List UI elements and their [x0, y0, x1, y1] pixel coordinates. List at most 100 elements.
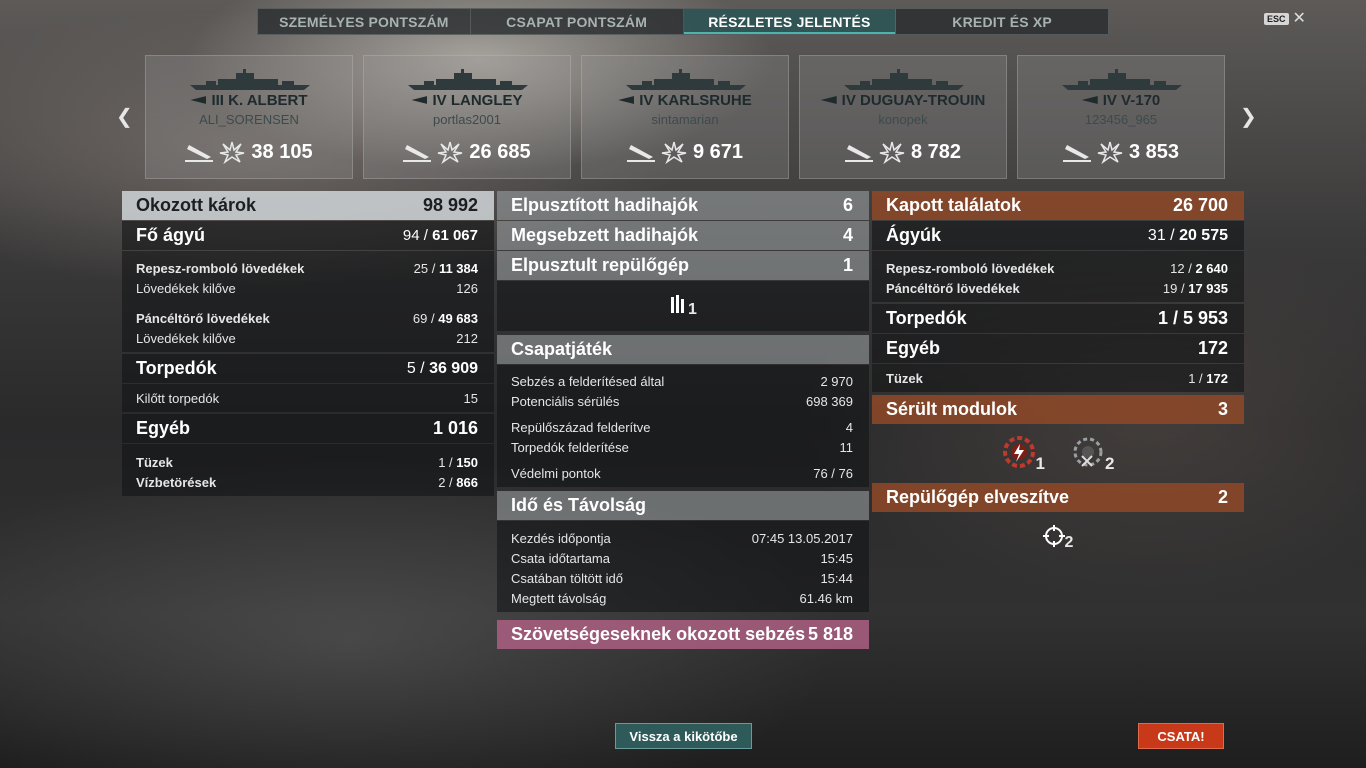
battle-button[interactable]: CSATA!	[1138, 723, 1224, 749]
ship-damage: 9 671	[582, 140, 788, 164]
ship-card[interactable]: III K. ALBERT ALI_SORENSEN 38 105	[145, 55, 353, 179]
ship-name: IV KARLSRUHE	[582, 92, 788, 109]
received-ap-row: Páncéltörő lövedékek 19 / 17 935	[886, 280, 1228, 296]
module-icons: 1 2	[872, 425, 1244, 483]
player-name: portlas2001	[433, 112, 501, 127]
carousel-next-arrow-icon[interactable]: ❯	[1240, 104, 1257, 129]
player-name: konopek	[878, 112, 928, 127]
torpedoes-row: Torpedók 5 / 36 909	[122, 354, 494, 383]
damage-received-panel: Kapott találatok 26 700 Ágyúk 31 / 20 575…	[872, 191, 1244, 563]
main-battery-row: Fő ágyú 94 / 61 067	[122, 221, 494, 250]
teamplay-block: Sebzés a felderítésed által 2 970 Potenci…	[497, 365, 869, 487]
ship-card[interactable]: IV V-170 123456_965 3 853	[1017, 55, 1225, 179]
plane-kill-count: 1	[688, 301, 697, 318]
ship-card[interactable]: IV KARLSRUHE sintamarian 9 671	[581, 55, 789, 179]
ship-name: IV V-170	[1018, 92, 1224, 109]
ship-silhouette-icon	[190, 69, 310, 90]
ships-damaged-row: Megsebzett hadihajók 4	[497, 221, 869, 250]
time-in-battle-row: Csatában töltött idő 15:44	[511, 570, 853, 586]
tab-credits-xp[interactable]: KREDIT ÉS XP	[896, 9, 1108, 34]
ship-name: IV LANGLEY	[364, 92, 570, 109]
plane-kill-icon	[669, 293, 685, 320]
tab-team-score[interactable]: CSAPAT PONTSZÁM	[471, 9, 684, 34]
esc-key-label: ESC	[1264, 13, 1289, 25]
time-block: Kezdés időpontja 07:45 13.05.2017 Csata i…	[497, 521, 869, 612]
explosion-damage-icon	[438, 141, 463, 164]
hits-received-header: Kapott találatok 26 700	[872, 191, 1244, 220]
close-button[interactable]: ESC ✕	[1264, 10, 1306, 27]
fires-row: Tüzek 1 / 150	[136, 454, 478, 470]
potential-damage-row: Potenciális sérülés 698 369	[511, 393, 853, 409]
torpedo-block: Kilőtt torpedók 15	[122, 384, 494, 412]
guns-received-row: Ágyúk 31 / 20 575	[872, 221, 1244, 250]
explosion-damage-icon	[879, 141, 905, 164]
planes-lost-header: Repülőgép elveszítve 2	[872, 483, 1244, 512]
ship-silhouette-icon	[408, 69, 528, 90]
sinking-ship-icon	[403, 145, 432, 162]
ally-damage-row: Szövetségeseknek okozott sebzés 5 818	[497, 620, 869, 649]
received-shells-block: Repesz-romboló lövedékek 12 / 2 640 Páncé…	[872, 251, 1244, 302]
ship-card[interactable]: IV LANGLEY portlas2001 26 685	[363, 55, 571, 179]
shells-block: Repesz-romboló lövedékek 25 / 11 384 Löve…	[122, 251, 494, 352]
ships-destroyed-row: Elpusztított hadihajók 6	[497, 191, 869, 220]
damage-caused-header: Okozott károk 98 992	[122, 191, 494, 220]
report-tabs: SZEMÉLYES PONTSZÁM CSAPAT PONTSZÁM RÉSZL…	[257, 8, 1109, 35]
ap-fired-row: Lövedékek kilőve 212	[136, 330, 478, 346]
torpedoes-fired-row: Kilőtt torpedók 15	[136, 390, 478, 406]
start-time-row: Kezdés időpontja 07:45 13.05.2017	[511, 530, 853, 546]
damage-caused-panel: Okozott károk 98 992 Fő ágyú 94 / 61 067 …	[122, 191, 494, 496]
ship-silhouette-icon	[626, 69, 746, 90]
damaged-modules-header: Sérült modulok 3	[872, 395, 1244, 424]
received-other-row: Egyéb 172	[872, 334, 1244, 363]
other-block: Tüzek 1 / 150 Vízbetörések 2 / 866	[122, 444, 494, 496]
explosion-damage-icon	[1097, 141, 1123, 164]
ship-damage: 38 105	[146, 140, 352, 164]
module-engine: 1	[1002, 435, 1045, 474]
squadrons-spotted-row: Repülőszázad felderítve 4	[511, 419, 853, 435]
battle-stats-panel: Elpusztított hadihajók 6 Megsebzett hadih…	[497, 191, 869, 650]
ship-class-icon	[411, 96, 428, 104]
ship-name: IV DUGUAY-TROUIN	[800, 92, 1006, 109]
player-name: 123456_965	[1084, 112, 1158, 127]
carousel-prev-arrow-icon[interactable]: ❮	[116, 104, 133, 129]
back-to-port-button[interactable]: Vissza a kikötőbe	[615, 723, 752, 749]
ship-silhouette-icon	[1062, 69, 1182, 90]
player-name: ALI_SORENSEN	[199, 112, 299, 127]
he-shells-row: Repesz-romboló lövedékek 25 / 11 384	[136, 260, 478, 276]
plane-icon-block: 1	[497, 281, 869, 331]
explosion-damage-icon	[220, 141, 245, 164]
explosion-damage-icon	[661, 141, 687, 164]
spotting-damage-row: Sebzés a felderítésed által 2 970	[511, 373, 853, 389]
ship-damage: 26 685	[364, 140, 570, 164]
player-name: sintamarian	[651, 112, 719, 127]
torpedoes-spotted-row: Torpedók felderítése 11	[511, 439, 853, 455]
engine-damage-icon	[1002, 435, 1036, 474]
received-torpedoes-row: Torpedók 1 / 5 953	[872, 304, 1244, 333]
ship-silhouette-icon	[844, 69, 964, 90]
ship-class-icon	[618, 96, 635, 104]
he-fired-row: Lövedékek kilőve 126	[136, 280, 478, 296]
defense-points-row: Védelmi pontok 76 / 76	[511, 465, 853, 481]
sinking-ship-icon	[1062, 145, 1091, 162]
crosshair-icon	[1042, 524, 1065, 552]
received-he-row: Repesz-romboló lövedékek 12 / 2 640	[886, 260, 1228, 276]
crosshair-counter: 2	[1042, 524, 1073, 552]
ship-class-icon	[820, 96, 837, 104]
sinking-ship-icon	[626, 145, 655, 162]
tab-personal-score[interactable]: SZEMÉLYES PONTSZÁM	[258, 9, 471, 34]
planes-destroyed-row: Elpusztult repülőgép 1	[497, 251, 869, 280]
other-damage-row: Egyéb 1 016	[122, 414, 494, 443]
ship-card[interactable]: IV DUGUAY-TROUIN konopek 8 782	[799, 55, 1007, 179]
ap-shells-row: Páncéltörő lövedékek 69 / 49 683	[136, 310, 478, 326]
battle-duration-row: Csata időtartama 15:45	[511, 550, 853, 566]
tab-detailed-report[interactable]: RÉSZLETES JELENTÉS	[683, 9, 897, 34]
teamplay-header: Csapatjáték	[497, 335, 869, 364]
sinking-ship-icon	[844, 145, 873, 162]
module-steering: 2	[1071, 435, 1114, 474]
close-icon: ✕	[1292, 10, 1306, 27]
steering-damage-icon	[1071, 435, 1105, 474]
ship-damage: 8 782	[800, 140, 1006, 164]
distance-row: Megtett távolság 61.46 km	[511, 590, 853, 606]
received-other-block: Tüzek 1 / 172	[872, 364, 1244, 392]
sinking-ship-icon	[185, 145, 214, 162]
